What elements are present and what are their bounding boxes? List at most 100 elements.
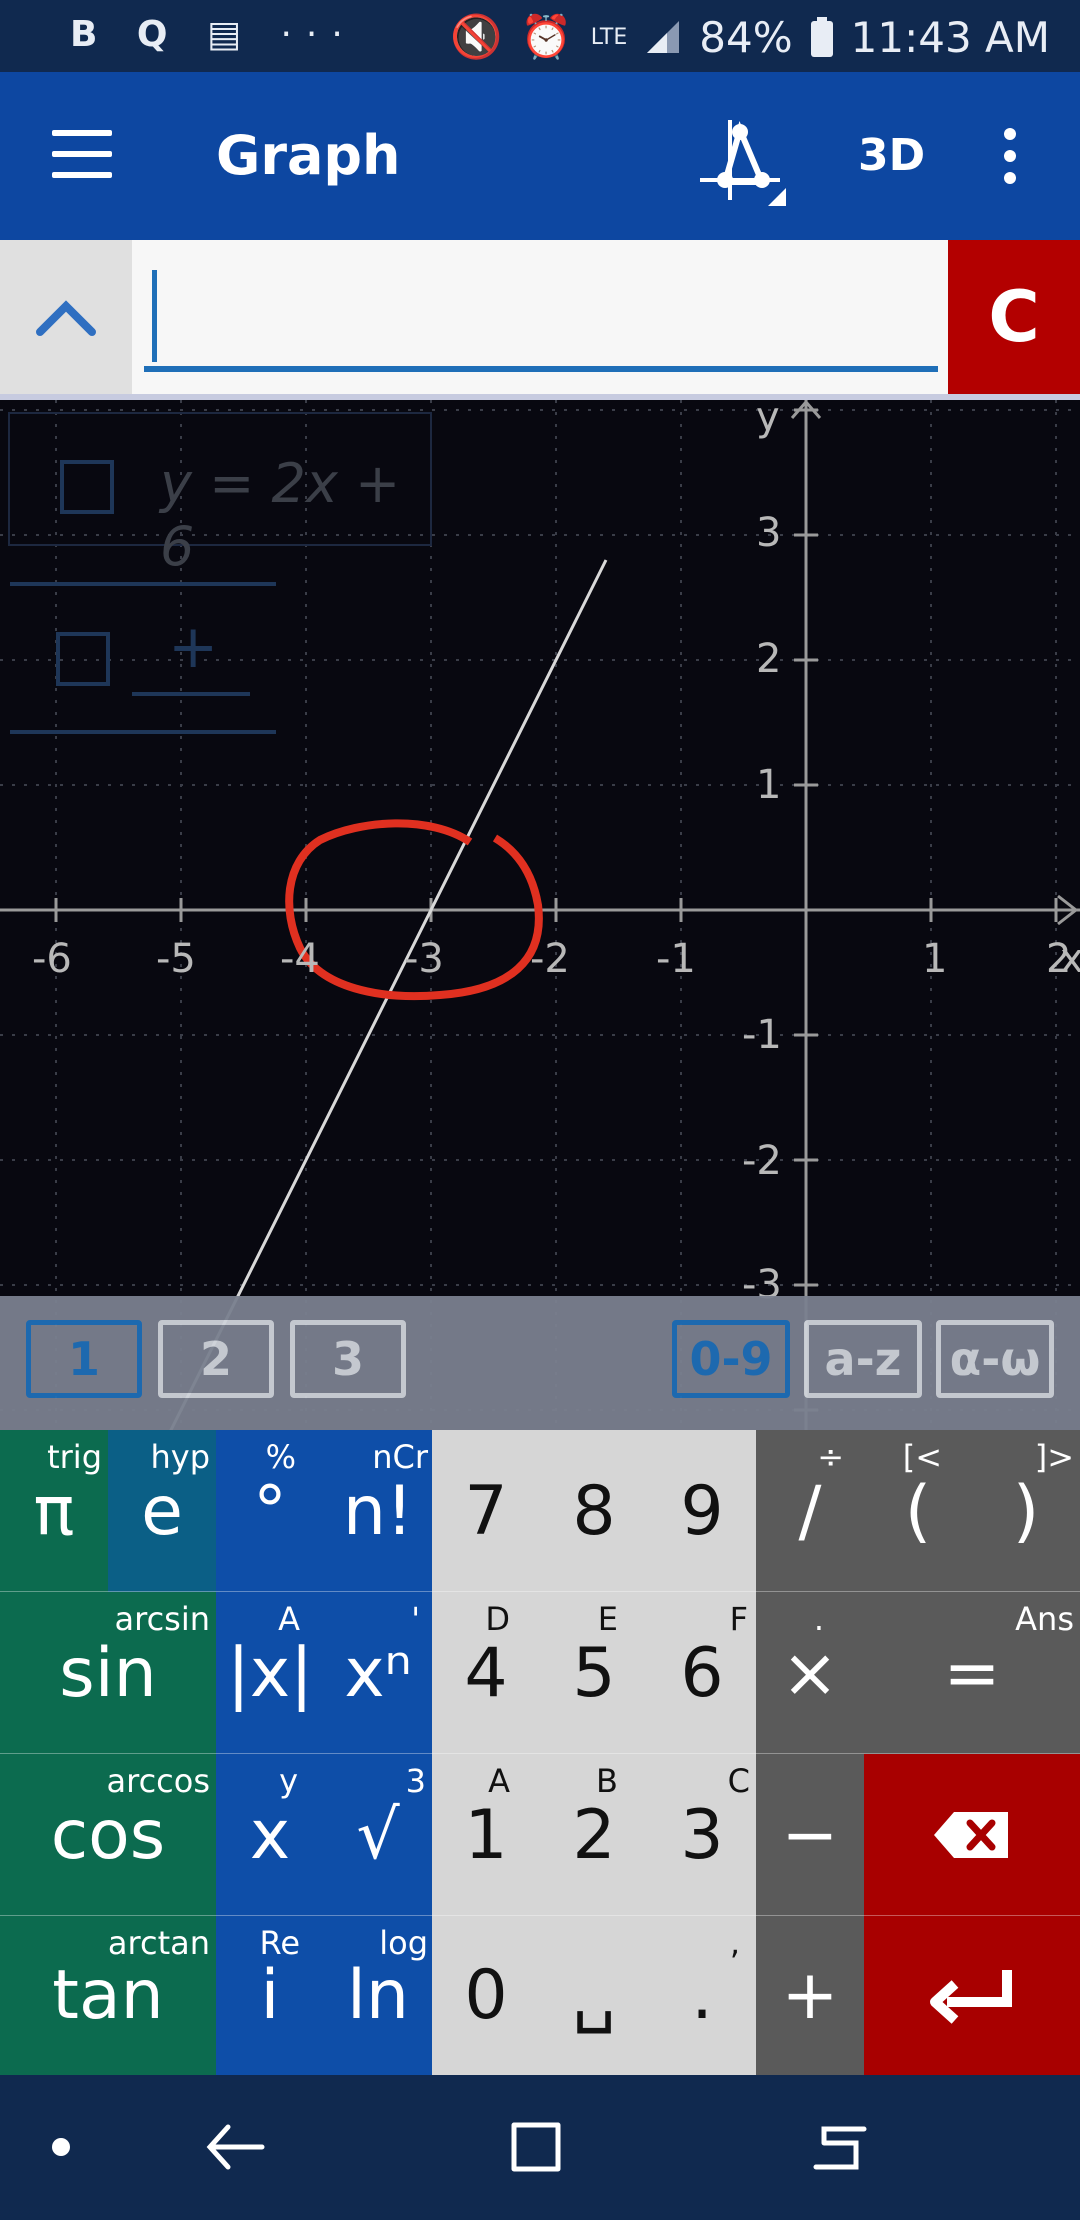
new-item-row[interactable]: +	[10, 582, 276, 734]
key-sub-label: y	[279, 1762, 298, 1800]
key-label: e	[141, 1471, 183, 1551]
clock: 11:43 AM	[850, 12, 1050, 62]
key-decimal[interactable]: ,.	[648, 1916, 756, 2075]
3d-button[interactable]: 3D	[858, 130, 925, 181]
recents-icon[interactable]	[810, 2117, 870, 2177]
backspace-icon	[934, 1812, 1008, 1858]
key-2[interactable]: B2	[540, 1754, 648, 1916]
key-sub-label: Ans	[1015, 1600, 1074, 1638]
algebra-item[interactable]: y = 2x + 6	[8, 412, 432, 578]
key-label: x	[249, 1795, 291, 1875]
key-cos[interactable]: arccos cos	[0, 1754, 216, 1916]
key-label: cos	[50, 1795, 166, 1875]
x-tick-label: -5	[156, 936, 196, 982]
collapse-button[interactable]	[0, 240, 132, 394]
key-0[interactable]: 0	[432, 1916, 540, 2075]
nav-dot-icon[interactable]	[52, 2138, 70, 2156]
key-degree[interactable]: % °	[216, 1430, 324, 1592]
enter-button[interactable]	[864, 1916, 1080, 2075]
key-5[interactable]: E5	[540, 1592, 648, 1754]
backspace-button[interactable]	[864, 1754, 1080, 1916]
home-icon[interactable]	[508, 2119, 564, 2175]
key-imaginary[interactable]: Re i	[216, 1916, 324, 2075]
app-q-icon: Q	[136, 14, 182, 55]
more-options-icon[interactable]	[1004, 128, 1018, 194]
signal-icon	[647, 21, 680, 53]
key-x[interactable]: yx	[216, 1754, 324, 1916]
key-label: )	[1012, 1471, 1040, 1551]
key-space[interactable]: ␣	[540, 1916, 648, 2075]
key-sub-label: nCr	[372, 1438, 428, 1476]
key-factorial[interactable]: nCr n!	[324, 1430, 432, 1592]
x-tick-label: -2	[530, 936, 570, 982]
back-icon[interactable]	[206, 2117, 266, 2177]
key-tan[interactable]: arctan tan	[0, 1916, 216, 2075]
key-sub-label: %	[265, 1438, 296, 1476]
key-label: 7	[464, 1471, 508, 1551]
key-sub-label: arctan	[107, 1924, 210, 1962]
system-nav-bar	[0, 2075, 1080, 2220]
status-bar: B Q ▤ ··· 🔇 ⏰ LTE 84% 11:43 AM	[0, 0, 1080, 72]
tab-letters[interactable]: a-z	[804, 1320, 922, 1398]
key-sub-label: [<	[902, 1438, 942, 1476]
y-tick-label: -2	[742, 1138, 782, 1184]
battery-icon	[810, 17, 833, 57]
add-item-button[interactable]: +	[168, 612, 218, 682]
key-ln[interactable]: log ln	[324, 1916, 432, 2075]
key-minus[interactable]: −	[756, 1754, 864, 1916]
alarm-icon: ⏰	[520, 12, 573, 61]
tab-greek[interactable]: α-ω	[936, 1320, 1054, 1398]
key-label: ␣	[572, 1956, 616, 2035]
key-pi[interactable]: trig π	[0, 1430, 108, 1592]
new-item-underline	[132, 692, 250, 696]
key-7[interactable]: 7	[432, 1430, 540, 1592]
key-sub-label: arccos	[106, 1762, 211, 1800]
key-4[interactable]: D4	[432, 1592, 540, 1754]
key-close-paren[interactable]: ]>)	[972, 1430, 1080, 1592]
key-open-paren[interactable]: [<(	[864, 1430, 972, 1592]
key-label: =	[943, 1633, 1001, 1713]
graph-canvas[interactable]: -6 -5 -4 -3 -2 -1 1 2 x y 3 2 1 -1 -2 -3…	[0, 400, 1080, 1430]
key-plus[interactable]: +	[756, 1916, 864, 2075]
key-equals[interactable]: Ans =	[864, 1592, 1080, 1754]
x-axis-label: x	[1060, 936, 1080, 982]
menu-icon[interactable]	[52, 130, 112, 178]
system-status: 🔇 ⏰ LTE 84% 11:43 AM	[450, 12, 1050, 62]
key-label: π	[33, 1471, 75, 1551]
y-axis-label: y	[756, 400, 780, 440]
key-9[interactable]: 9	[648, 1430, 756, 1592]
key-label: √	[356, 1795, 400, 1875]
key-label: 1	[464, 1795, 508, 1875]
key-label: °	[253, 1471, 287, 1551]
key-power[interactable]: ' xⁿ	[324, 1592, 432, 1754]
key-label: xⁿ	[344, 1633, 412, 1713]
x-tick-label: -1	[656, 936, 696, 982]
key-sub-label: Re	[259, 1924, 300, 1962]
key-sub-label: ,	[729, 1924, 740, 1962]
more-notifications-icon: ···	[280, 14, 357, 55]
key-label: 2	[572, 1795, 616, 1875]
key-sub-label: ÷	[817, 1438, 844, 1476]
key-abs[interactable]: A |x|	[216, 1592, 324, 1754]
key-label: ×	[781, 1633, 839, 1713]
page-title: Graph	[216, 124, 401, 187]
tab-page-2[interactable]: 2	[158, 1320, 274, 1398]
tab-page-1[interactable]: 1	[26, 1320, 142, 1398]
key-6[interactable]: F6	[648, 1592, 756, 1754]
clear-button[interactable]: C	[948, 240, 1080, 394]
key-sin[interactable]: arcsin sin	[0, 1592, 216, 1754]
key-1[interactable]: A1	[432, 1754, 540, 1916]
key-fraction[interactable]: ÷ /	[756, 1430, 864, 1592]
new-item-checkbox[interactable]	[56, 632, 110, 686]
key-sub-label: A	[278, 1600, 300, 1638]
key-sqrt[interactable]: 3 √	[324, 1754, 432, 1916]
visibility-checkbox[interactable]	[60, 460, 114, 514]
tab-page-3[interactable]: 3	[290, 1320, 406, 1398]
key-multiply[interactable]: . ×	[756, 1592, 864, 1754]
key-3[interactable]: C3	[648, 1754, 756, 1916]
graph-tools-button[interactable]	[690, 110, 790, 210]
key-8[interactable]: 8	[540, 1430, 648, 1592]
key-e[interactable]: hyp e	[108, 1430, 216, 1592]
tab-numbers[interactable]: 0-9	[672, 1320, 790, 1398]
expression-input[interactable]	[144, 260, 938, 372]
